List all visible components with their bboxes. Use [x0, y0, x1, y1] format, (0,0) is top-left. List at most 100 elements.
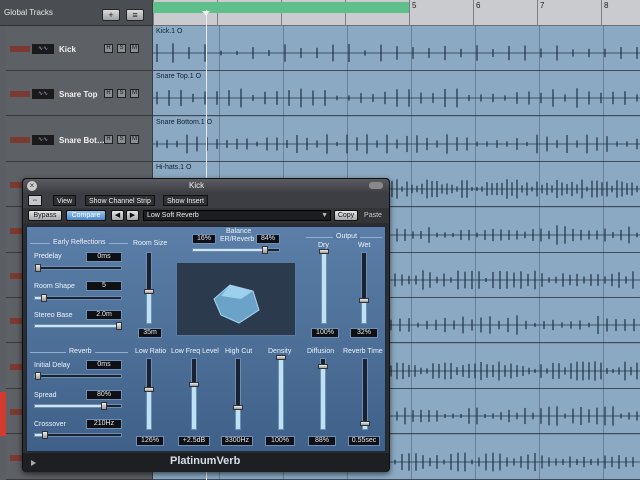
early-reflections-heading: Early Reflections	[50, 239, 109, 246]
ruler-bar-7: 7	[540, 1, 545, 10]
ruler-tick	[537, 0, 538, 26]
audio-region[interactable]: Snare Top.1 O	[153, 71, 640, 117]
track-header[interactable]: ∿∿ Snare Bot… R S M	[6, 116, 152, 162]
room-size-slider[interactable]	[144, 252, 154, 324]
window-zoom-button[interactable]	[369, 182, 383, 189]
solo-button[interactable]: S	[117, 44, 126, 53]
dry-value[interactable]: 100%	[311, 328, 339, 338]
diffusion-value[interactable]: 88%	[308, 436, 336, 446]
track-name[interactable]: Snare Top	[59, 90, 98, 99]
record-enable-button[interactable]: R	[104, 44, 113, 53]
reverb-time-value[interactable]: 0.55sec	[348, 436, 380, 446]
paste-button[interactable]: Paste	[361, 210, 385, 221]
diffusion-label: Diffusion	[307, 348, 335, 355]
stereo-base-slider[interactable]	[34, 322, 123, 330]
plugin-preset-bar: Bypass Compare ◀ ▶ Low Soft Reverb ▼ Copy…	[23, 208, 389, 223]
ruler-tick	[409, 0, 410, 26]
link-icon[interactable]: ⇔	[28, 195, 42, 206]
room-shape-graphic	[213, 284, 260, 324]
room-shape-display[interactable]	[176, 262, 296, 336]
reverb-heading: Reverb	[66, 348, 95, 355]
high-cut-slider[interactable]	[233, 358, 243, 430]
initial-delay-slider[interactable]	[34, 372, 122, 380]
waveform	[153, 88, 640, 109]
output-heading: Output	[333, 233, 361, 240]
audio-region[interactable]: Kick.1 O	[153, 26, 640, 71]
balance-right-value[interactable]: 84%	[256, 234, 280, 244]
waveform	[153, 43, 640, 63]
record-enable-button[interactable]: R	[104, 89, 113, 99]
reverb-time-slider[interactable]	[360, 358, 370, 430]
view-menu[interactable]: View	[53, 195, 77, 206]
close-icon[interactable]: ×	[27, 181, 37, 191]
solo-button[interactable]: S	[117, 89, 126, 99]
low-ratio-slider[interactable]	[144, 358, 154, 430]
balance-left-value[interactable]: 16%	[192, 234, 216, 244]
balance-label: Balance	[226, 228, 252, 235]
track-name[interactable]: Kick	[59, 45, 76, 54]
audio-region[interactable]: Snare Bottom.1 O	[153, 116, 640, 162]
predelay-value[interactable]: 0ms	[86, 252, 122, 262]
high-cut-value[interactable]: 3300Hz	[221, 436, 253, 446]
ruler-bar-8: 8	[604, 1, 609, 10]
room-size-value[interactable]: 35m	[138, 328, 162, 338]
cycle-range[interactable]	[153, 2, 409, 13]
show-channel-strip-menu[interactable]: Show Channel Strip	[85, 195, 155, 206]
next-preset-button[interactable]: ▶	[126, 210, 139, 221]
crossover-value[interactable]: 210Hz	[86, 419, 122, 429]
predelay-label: Predelay	[34, 253, 62, 260]
add-track-button[interactable]: +	[102, 9, 120, 21]
previous-preset-button[interactable]: ◀	[111, 210, 124, 221]
plugin-name: PlatinumVerb	[170, 455, 241, 467]
stereo-base-value[interactable]: 2.0m	[86, 310, 122, 320]
room-size-label: Room Size	[133, 240, 168, 247]
mute-button[interactable]: M	[130, 44, 139, 53]
record-enable-button[interactable]: R	[104, 134, 113, 144]
mute-button[interactable]: M	[130, 134, 139, 144]
wet-slider[interactable]	[359, 252, 369, 324]
room-shape-label: Room Shape	[34, 283, 75, 290]
reverb-time-label: Reverb Time	[343, 348, 383, 355]
show-insert-menu[interactable]: Show Insert	[163, 195, 208, 206]
global-tracks-bar: Global Tracks + ≡	[0, 0, 152, 26]
density-value[interactable]: 100%	[265, 436, 295, 446]
audio-track-icon: ∿∿	[32, 134, 54, 145]
low-freq-level-slider[interactable]	[189, 358, 199, 430]
preset-menu[interactable]: Low Soft Reverb ▼	[143, 210, 331, 221]
balance-slider[interactable]	[192, 246, 280, 254]
track-color-swatch	[10, 46, 30, 52]
compare-button[interactable]: Compare	[66, 210, 106, 221]
mute-button[interactable]: M	[130, 89, 139, 99]
plugin-titlebar[interactable]: × Kick	[23, 179, 389, 193]
track-header[interactable]: ∿∿ Snare Top R S M	[6, 71, 152, 117]
bypass-button[interactable]: Bypass	[28, 210, 62, 221]
diffusion-slider[interactable]	[318, 358, 328, 430]
crossover-slider[interactable]	[34, 431, 122, 439]
copy-button[interactable]: Copy	[334, 210, 358, 221]
density-slider[interactable]	[276, 355, 286, 430]
initial-delay-value[interactable]: 0ms	[86, 360, 122, 370]
ruler-bar-5: 5	[412, 1, 417, 10]
disclosure-triangle-icon[interactable]	[31, 460, 36, 466]
dry-slider[interactable]	[319, 249, 329, 324]
predelay-slider[interactable]	[34, 264, 122, 272]
low-freq-level-value[interactable]: +2.5dB	[178, 436, 210, 446]
waveform	[153, 134, 640, 154]
grid-line	[475, 26, 476, 480]
track-name[interactable]: Snare Bot…	[59, 136, 105, 145]
low-ratio-value[interactable]: 126%	[136, 436, 164, 446]
wet-value[interactable]: 32%	[350, 328, 378, 338]
crossover-label: Crossover	[34, 421, 66, 428]
spread-slider[interactable]	[34, 402, 122, 410]
global-tracks-label[interactable]: Global Tracks	[4, 8, 53, 17]
dry-label: Dry	[318, 242, 329, 249]
room-shape-value[interactable]: 5	[86, 281, 122, 291]
wet-label: Wet	[358, 242, 371, 249]
er-reverb-label: ER/Reverb	[220, 236, 255, 243]
track-header[interactable]: ∿∿ Kick R S M	[6, 26, 152, 71]
solo-button[interactable]: S	[117, 134, 126, 144]
track-options-button[interactable]: ≡	[126, 9, 144, 21]
room-shape-slider[interactable]	[34, 294, 122, 302]
playhead-handle[interactable]	[202, 11, 210, 16]
spread-value[interactable]: 80%	[86, 390, 122, 400]
